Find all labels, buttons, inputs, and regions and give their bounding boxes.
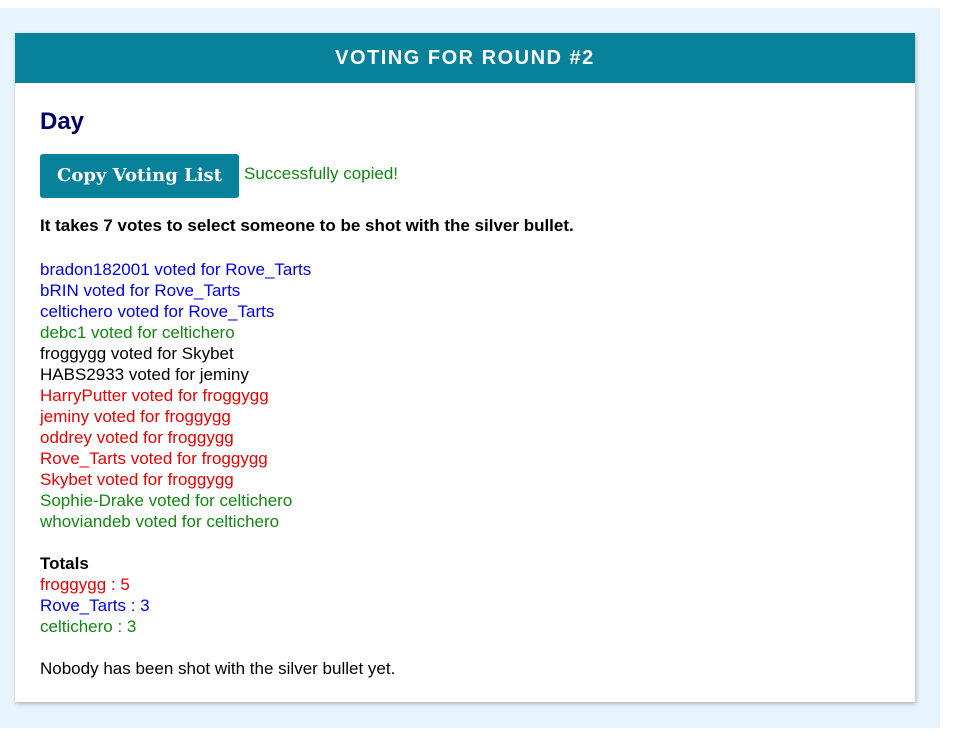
copy-row: Copy Voting List Successfully copied! [40,154,890,198]
vote-entry: froggygg voted for Skybet [40,344,234,363]
panel-header: VOTING FOR ROUND #2 [15,33,915,83]
vote-entry: bradon182001 voted for Rove_Tarts [40,260,312,279]
vote-entry: Skybet voted for froggygg [40,470,234,489]
vote-entry: HarryPutter voted for froggygg [40,386,269,405]
total-entry: Rove_Tarts : 3 [40,596,150,615]
phase-title: Day [40,108,85,135]
panel-body: Day Copy Voting List Successfully copied… [15,83,915,679]
silver-bullet-status: Nobody has been shot with the silver bul… [40,659,396,678]
vote-entry: jeminy voted for froggygg [40,407,231,426]
copy-voting-list-button[interactable]: Copy Voting List [40,154,239,198]
voting-panel: VOTING FOR ROUND #2 Day Copy Voting List… [15,33,915,702]
vote-threshold-text: It takes 7 votes to select someone to be… [40,216,574,235]
vote-entry: debc1 voted for celtichero [40,323,235,342]
vote-entry: oddrey voted for froggygg [40,428,234,447]
totals-heading: Totals [40,554,89,573]
vote-entry: whoviandeb voted for celtichero [40,512,280,531]
vote-entry: Rove_Tarts voted for froggygg [40,449,268,468]
copy-status-message: Successfully copied! [244,164,399,183]
vote-entry: bRIN voted for Rove_Tarts [40,281,241,300]
total-entry: froggygg : 5 [40,575,130,594]
vote-entry: celtichero voted for Rove_Tarts [40,302,275,321]
vote-entry: Sophie-Drake voted for celtichero [40,491,293,510]
total-entry: celtichero : 3 [40,617,137,636]
vote-entry: HABS2933 voted for jeminy [40,365,249,384]
vote-totals: Totals froggygg : 5 Rove_Tarts : 3 celti… [40,553,890,637]
vote-list: bradon182001 voted for Rove_Tarts bRIN v… [40,259,890,532]
